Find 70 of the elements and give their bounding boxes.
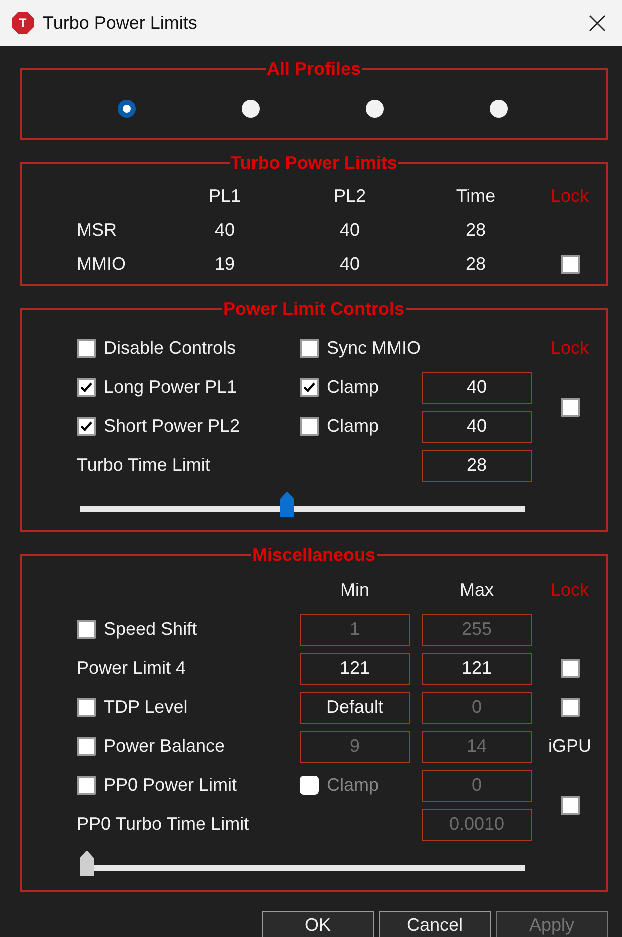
number-field[interactable]: Default	[300, 692, 410, 724]
checkbox-label: Clamp	[327, 377, 380, 398]
group-title: Power Limit Controls	[222, 299, 406, 319]
checkbox[interactable]	[77, 737, 96, 756]
app-logo: T	[12, 12, 34, 34]
row-label: MSR	[77, 220, 118, 240]
lock-label: Lock	[550, 580, 590, 601]
radio-button[interactable]	[242, 100, 260, 118]
checkbox[interactable]	[77, 698, 96, 717]
column-header: Time	[456, 186, 496, 206]
radio-button[interactable]	[490, 100, 508, 118]
row-label: Power Limit 4	[77, 658, 188, 679]
window-title: Turbo Power Limits	[43, 12, 198, 34]
column-header: Min	[340, 580, 370, 601]
value-text: 28	[466, 220, 486, 240]
checkbox-label: Disable Controls	[104, 338, 236, 359]
value-text: 19	[214, 254, 236, 274]
dialog-button[interactable]: OK	[262, 911, 374, 937]
lock-checkbox[interactable]	[560, 698, 580, 717]
row-label: Turbo Time Limit	[77, 455, 212, 476]
checkbox-label: Clamp	[327, 775, 380, 796]
value-text: 40	[340, 220, 360, 240]
column-header: PL2	[334, 186, 366, 206]
value-text: 40	[214, 220, 236, 240]
value-text: 28	[466, 254, 486, 274]
number-field[interactable]: 121	[422, 652, 532, 684]
checkbox-label: PP0 Power Limit	[104, 775, 238, 796]
checkbox-label: Short Power PL2	[104, 416, 240, 437]
checkmark-icon	[303, 382, 316, 393]
checkbox[interactable]	[77, 776, 96, 795]
side-label: iGPU	[548, 736, 592, 757]
slider-thumb[interactable]	[80, 850, 94, 876]
radio-button[interactable]	[366, 100, 384, 118]
checkbox[interactable]	[77, 417, 96, 436]
slider-thumb[interactable]	[280, 492, 294, 518]
checkbox[interactable]	[77, 620, 96, 639]
column-header: PL1	[208, 186, 242, 206]
value-text: 40	[340, 254, 360, 274]
checkbox-label: Speed Shift	[104, 619, 198, 640]
lock-checkbox[interactable]	[560, 254, 580, 274]
checkbox-label: TDP Level	[104, 697, 188, 718]
checkbox[interactable]	[300, 339, 319, 358]
group-title: Turbo Power Limits	[230, 153, 398, 173]
lock-checkbox[interactable]	[560, 398, 580, 416]
row-label: PP0 Turbo Time Limit	[77, 814, 250, 835]
lock-checkbox[interactable]	[560, 796, 580, 814]
checkbox[interactable]	[300, 378, 319, 397]
checkmark-icon	[80, 421, 93, 432]
group-title: Miscellaneous	[251, 545, 377, 565]
checkbox-label: Sync MMIO	[327, 338, 422, 359]
lock-label: Lock	[550, 186, 590, 206]
checkbox-label: Clamp	[327, 416, 380, 437]
row-label: MMIO	[77, 254, 127, 274]
checkmark-icon	[80, 382, 93, 393]
number-field[interactable]: 28	[422, 450, 532, 482]
number-field[interactable]: 121	[300, 652, 410, 684]
dialog-button[interactable]: Cancel	[379, 911, 491, 937]
close-icon	[588, 14, 606, 32]
group-title: All Profiles	[266, 59, 362, 79]
checkbox-label: Power Balance	[104, 736, 226, 757]
radio-button[interactable]	[118, 100, 136, 118]
checkbox[interactable]	[77, 339, 96, 358]
checkbox-label: Long Power PL1	[104, 377, 238, 398]
checkbox[interactable]	[77, 378, 96, 397]
lock-checkbox[interactable]	[560, 659, 580, 678]
lock-label: Lock	[550, 338, 590, 359]
number-field[interactable]: 40	[422, 372, 532, 404]
column-header: Max	[460, 580, 494, 601]
checkbox[interactable]	[300, 417, 319, 436]
number-field[interactable]: 40	[422, 410, 532, 442]
